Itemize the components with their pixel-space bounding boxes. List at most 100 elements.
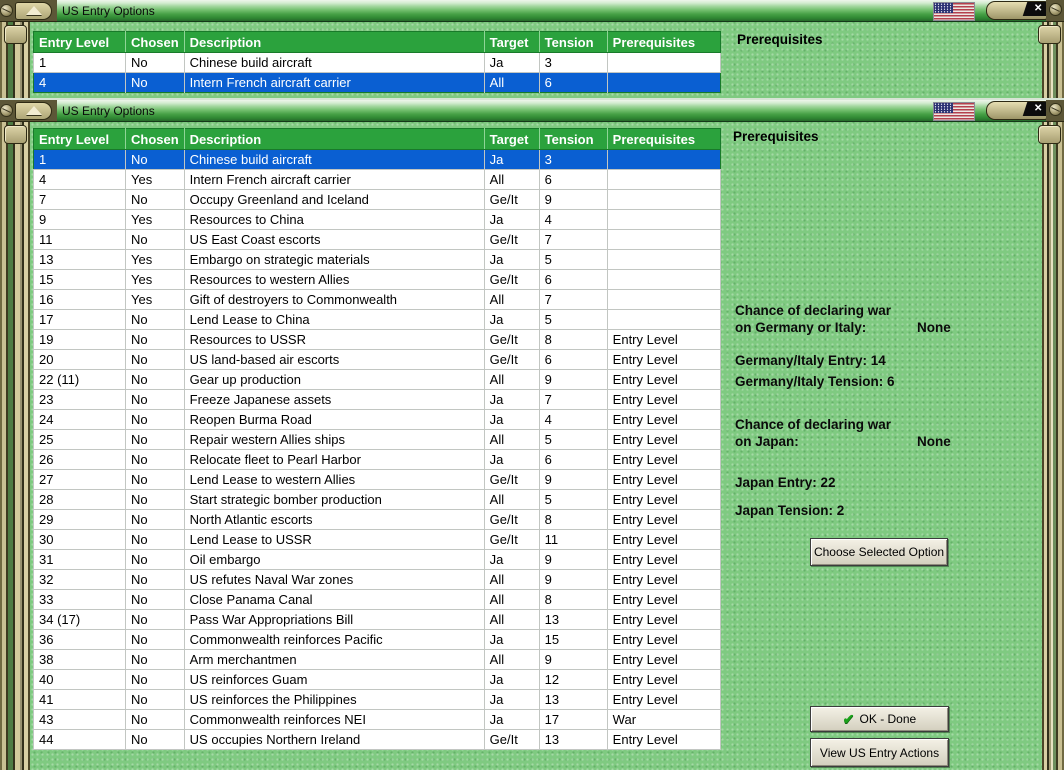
cell-entry-level[interactable]: 29: [33, 509, 126, 530]
cell-entry-level[interactable]: 7: [33, 189, 126, 210]
cell-chosen[interactable]: No: [125, 609, 185, 630]
cell-chosen[interactable]: No: [125, 489, 185, 510]
cell-prerequisites[interactable]: Entry Level: [606, 649, 721, 670]
cell-chosen[interactable]: No: [125, 589, 185, 610]
cell-target[interactable]: Ja: [483, 309, 540, 330]
cell-entry-level[interactable]: 28: [33, 489, 126, 510]
cell-chosen[interactable]: No: [125, 689, 185, 710]
entry-option-row[interactable]: 4 Yes Intern French aircraft carrier All 6: [33, 169, 721, 190]
cell-target[interactable]: All: [483, 289, 540, 310]
cell-description[interactable]: Resources to western Allies: [183, 269, 485, 290]
cell-target[interactable]: All: [483, 72, 540, 93]
cell-prerequisites[interactable]: [606, 52, 721, 73]
cell-description[interactable]: Intern French aircraft carrier: [183, 72, 485, 93]
cell-prerequisites[interactable]: Entry Level: [606, 689, 721, 710]
cell-entry-level[interactable]: 36: [33, 629, 126, 650]
cell-tension[interactable]: 9: [538, 549, 608, 570]
cell-entry-level[interactable]: 9: [33, 209, 126, 230]
cell-entry-level[interactable]: 31: [33, 549, 126, 570]
cell-tension[interactable]: 3: [538, 149, 608, 170]
entry-option-row[interactable]: 40 No US reinforces Guam Ja 12 Entry Level: [33, 669, 721, 690]
entry-option-row[interactable]: 13 Yes Embargo on strategic materials Ja 5: [33, 249, 721, 270]
cell-description[interactable]: Chinese build aircraft: [183, 52, 485, 73]
cell-target[interactable]: Ja: [483, 689, 540, 710]
cell-tension[interactable]: 3: [538, 52, 608, 73]
view-us-entry-actions-button[interactable]: View US Entry Actions: [810, 738, 949, 767]
cell-tension[interactable]: 9: [538, 189, 608, 210]
cell-prerequisites[interactable]: Entry Level: [606, 509, 721, 530]
scrollbar-thumb[interactable]: [4, 125, 27, 144]
cell-chosen[interactable]: No: [125, 369, 185, 390]
cell-entry-level[interactable]: 11: [33, 229, 126, 250]
entry-option-row[interactable]: 32 No US refutes Naval War zones All 9 Entry …: [33, 569, 721, 590]
cell-entry-level[interactable]: 40: [33, 669, 126, 690]
cell-entry-level[interactable]: 4: [33, 72, 126, 93]
cell-prerequisites[interactable]: Entry Level: [606, 589, 721, 610]
cell-entry-level[interactable]: 44: [33, 729, 126, 750]
cell-prerequisites[interactable]: [606, 249, 721, 270]
cell-chosen[interactable]: No: [125, 429, 185, 450]
cell-description[interactable]: US East Coast escorts: [183, 229, 485, 250]
cell-tension[interactable]: 13: [538, 689, 608, 710]
cell-prerequisites[interactable]: Entry Level: [606, 409, 721, 430]
cell-target[interactable]: All: [483, 429, 540, 450]
cell-tension[interactable]: 13: [538, 609, 608, 630]
cell-target[interactable]: Ja: [483, 669, 540, 690]
cell-chosen[interactable]: No: [125, 149, 185, 170]
cell-description[interactable]: Lend Lease to western Allies: [183, 469, 485, 490]
cell-entry-level[interactable]: 20: [33, 349, 126, 370]
entry-option-row[interactable]: 41 No US reinforces the Philippines Ja 13 Ent…: [33, 689, 721, 710]
cell-chosen[interactable]: No: [125, 349, 185, 370]
cell-entry-level[interactable]: 16: [33, 289, 126, 310]
cell-target[interactable]: All: [483, 649, 540, 670]
cell-entry-level[interactable]: 41: [33, 689, 126, 710]
cell-description[interactable]: US refutes Naval War zones: [183, 569, 485, 590]
cell-description[interactable]: Relocate fleet to Pearl Harbor: [183, 449, 485, 470]
cell-description[interactable]: Gear up production: [183, 369, 485, 390]
cell-description[interactable]: US land-based air escorts: [183, 349, 485, 370]
cell-prerequisites[interactable]: [606, 309, 721, 330]
cell-tension[interactable]: 6: [538, 269, 608, 290]
collapse-button[interactable]: [15, 1, 52, 20]
cell-target[interactable]: Ge/It: [483, 269, 540, 290]
cell-chosen[interactable]: No: [125, 649, 185, 670]
entry-option-row[interactable]: 7 No Occupy Greenland and Iceland Ge/It 9: [33, 189, 721, 210]
cell-chosen[interactable]: No: [125, 569, 185, 590]
cell-prerequisites[interactable]: Entry Level: [606, 349, 721, 370]
cell-description[interactable]: Oil embargo: [183, 549, 485, 570]
cell-prerequisites[interactable]: Entry Level: [606, 449, 721, 470]
cell-prerequisites[interactable]: Entry Level: [606, 369, 721, 390]
cell-tension[interactable]: 9: [538, 369, 608, 390]
cell-target[interactable]: Ge/It: [483, 529, 540, 550]
cell-entry-level[interactable]: 13: [33, 249, 126, 270]
cell-target[interactable]: Ja: [483, 149, 540, 170]
entry-option-row[interactable]: 33 No Close Panama Canal All 8 Entry Level: [33, 589, 721, 610]
cell-description[interactable]: Resources to China: [183, 209, 485, 230]
cell-prerequisites[interactable]: Entry Level: [606, 669, 721, 690]
cell-chosen[interactable]: No: [125, 329, 185, 350]
cell-tension[interactable]: 5: [538, 309, 608, 330]
cell-prerequisites[interactable]: Entry Level: [606, 569, 721, 590]
cell-description[interactable]: Intern French aircraft carrier: [183, 169, 485, 190]
cell-description[interactable]: US reinforces Guam: [183, 669, 485, 690]
cell-chosen[interactable]: No: [125, 469, 185, 490]
cell-description[interactable]: US occupies Northern Ireland: [183, 729, 485, 750]
cell-tension[interactable]: 8: [538, 329, 608, 350]
cell-target[interactable]: All: [483, 569, 540, 590]
cell-tension[interactable]: 4: [538, 409, 608, 430]
entry-option-row[interactable]: 20 No US land-based air escorts Ge/It 6 Entry…: [33, 349, 721, 370]
cell-target[interactable]: Ja: [483, 629, 540, 650]
cell-entry-level[interactable]: 22 (11): [33, 369, 126, 390]
cell-tension[interactable]: 9: [538, 469, 608, 490]
cell-tension[interactable]: 15: [538, 629, 608, 650]
cell-chosen[interactable]: Yes: [125, 269, 185, 290]
entry-option-row[interactable]: 1 No Chinese build aircraft Ja 3: [33, 149, 721, 170]
cell-description[interactable]: Chinese build aircraft: [183, 149, 485, 170]
cell-entry-level[interactable]: 19: [33, 329, 126, 350]
cell-target[interactable]: Ja: [483, 249, 540, 270]
cell-prerequisites[interactable]: [606, 289, 721, 310]
cell-target[interactable]: All: [483, 589, 540, 610]
cell-prerequisites[interactable]: Entry Level: [606, 629, 721, 650]
cell-description[interactable]: Embargo on strategic materials: [183, 249, 485, 270]
cell-target[interactable]: All: [483, 609, 540, 630]
